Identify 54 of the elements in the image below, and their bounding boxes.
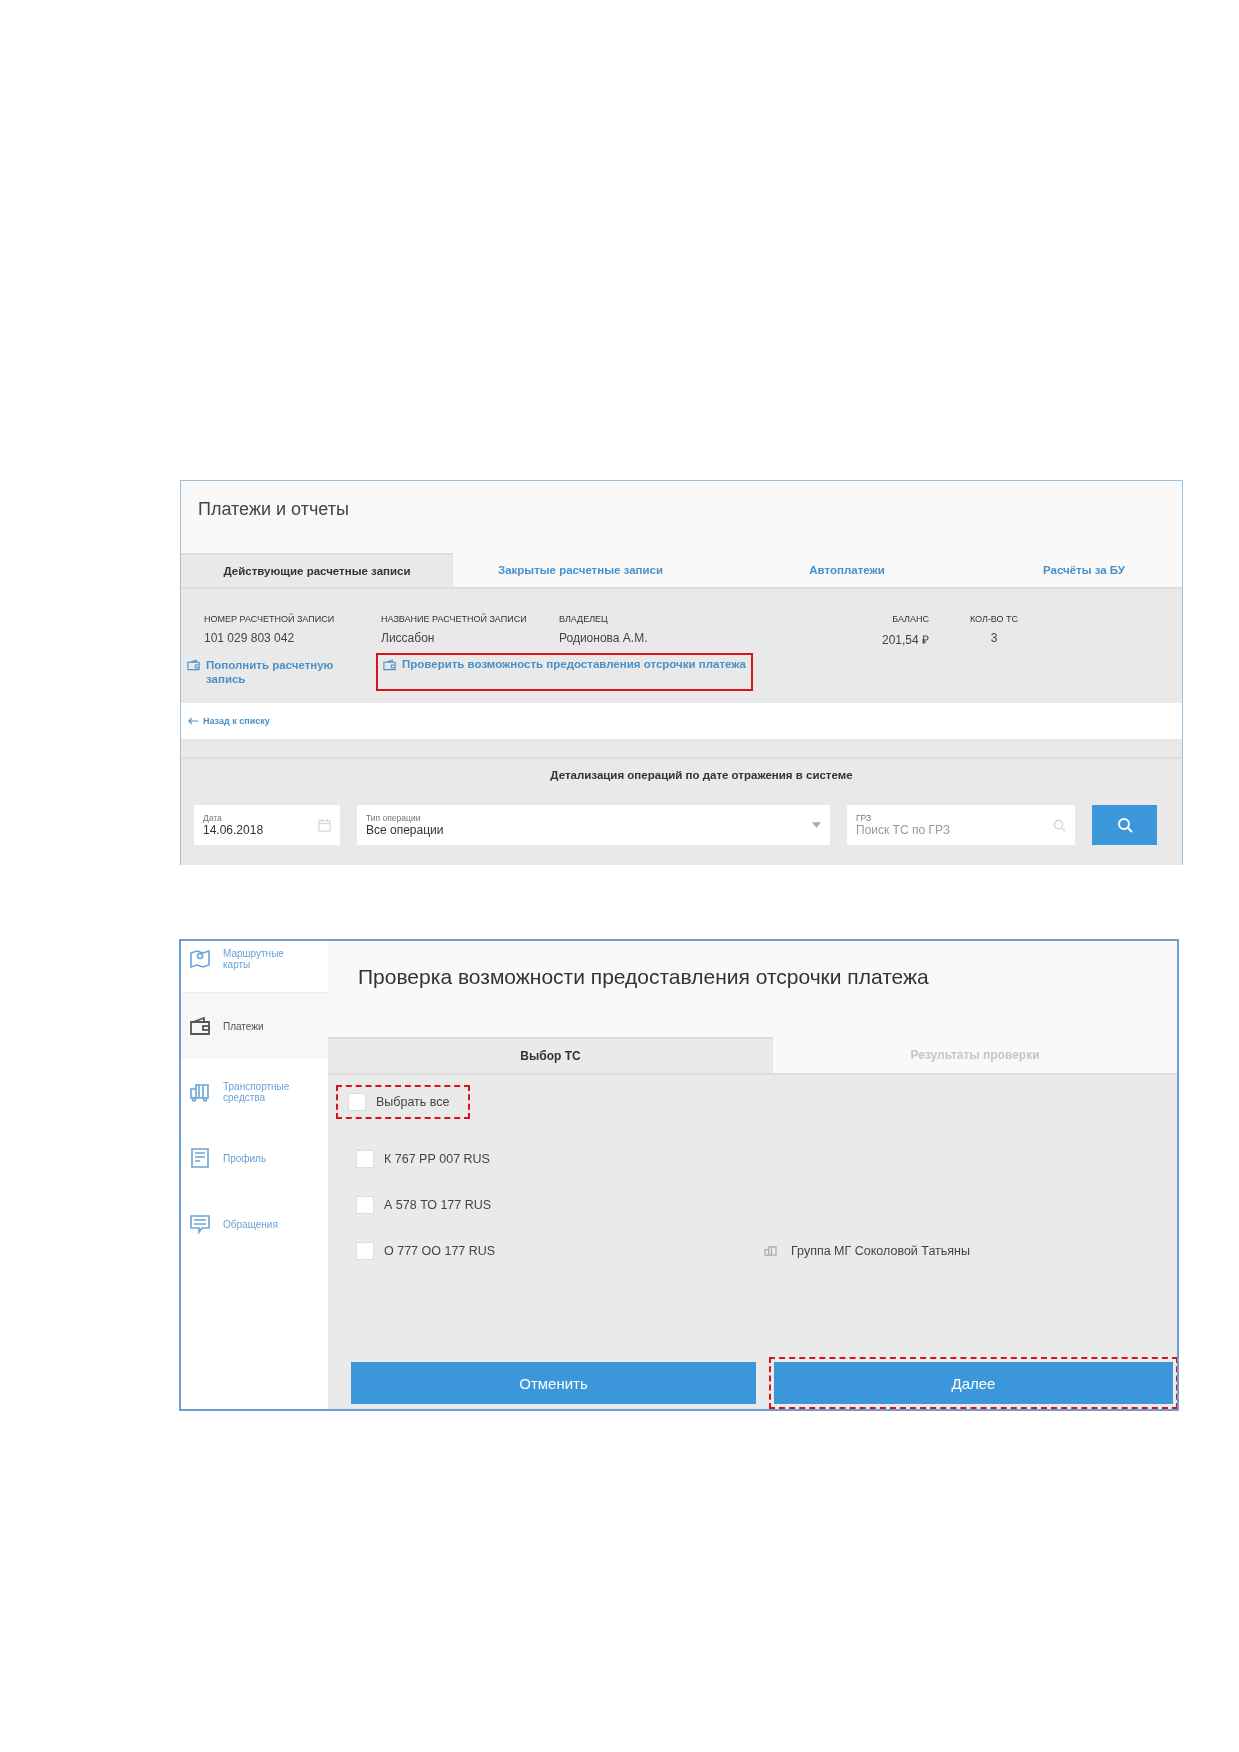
back-arrow-icon xyxy=(188,717,199,725)
search-icon xyxy=(1053,818,1066,832)
wallet-icon xyxy=(189,1015,211,1037)
tab[interactable]: Выбор ТС xyxy=(328,1037,773,1073)
action-button[interactable]: Далее xyxy=(774,1362,1173,1404)
table-cell-text: Родионова А.М. xyxy=(559,631,649,647)
tab[interactable]: Закрытые расчетные записи xyxy=(453,553,708,587)
page-title: Проверка возможности предоставления отсрочки платежа xyxy=(358,965,929,988)
search-icon xyxy=(1116,817,1133,833)
section-title: Детализация операций по дате отражения в системе xyxy=(549,769,854,781)
column-header: КОЛ-ВО ТС xyxy=(968,614,1020,624)
plate-label: К 767 РР 007 RUS xyxy=(384,1152,491,1166)
column-header: НОМЕР РАСЧЕТНОЙ ЗАПИСИ xyxy=(204,614,336,624)
action-link[interactable]: Пополнить расчетную запись xyxy=(206,658,347,686)
page-title: Платежи и отчеты xyxy=(198,499,349,519)
plate-search-field[interactable]: ГРЗ Поиск ТС по ГРЗ xyxy=(847,805,1075,845)
map-pin-icon xyxy=(189,948,211,970)
table-cell-text: 3 xyxy=(989,631,999,647)
action-link[interactable]: Проверить возможность предоставления отсрочки платежа xyxy=(402,658,746,670)
date-field[interactable]: Дата 14.06.2018 xyxy=(194,805,340,845)
tab[interactable]: Расчёты за БУ xyxy=(986,553,1182,587)
column-header: НАЗВАНИЕ РАСЧЕТНОЙ ЗАПИСИ xyxy=(381,614,528,624)
action-button[interactable]: Отменить xyxy=(351,1362,756,1404)
checkbox[interactable] xyxy=(356,1196,374,1214)
operation-type-dropdown[interactable]: Тип операции Все операции xyxy=(357,805,830,845)
document-icon xyxy=(189,1147,211,1169)
back-link[interactable]: Назад к списку xyxy=(203,716,270,726)
sidebar-item[interactable]: Профиль xyxy=(181,1125,328,1191)
sidebar-item[interactable]: Транспортные средства xyxy=(181,1059,328,1125)
sidebar-item[interactable]: Обращения xyxy=(181,1191,328,1257)
checkbox[interactable] xyxy=(356,1242,374,1260)
sidebar-item[interactable]: Платежи xyxy=(181,993,328,1059)
caret-icon xyxy=(812,822,821,828)
tab[interactable]: Автоплатежи xyxy=(708,553,986,587)
wallet-icon xyxy=(383,659,396,671)
table-cell-text: 101 029 803 042 xyxy=(204,631,296,647)
checkbox[interactable] xyxy=(348,1093,366,1111)
plate-label: А 578 ТО 177 RUS xyxy=(384,1198,493,1212)
chat-icon xyxy=(189,1213,211,1235)
column-header: ВЛАДЕЛЕЦ xyxy=(559,614,609,624)
checkbox-label: Выбрать все xyxy=(376,1095,450,1109)
tab[interactable]: Действующие расчетные записи xyxy=(181,553,453,587)
wallet-icon xyxy=(187,659,200,671)
plate-label: О 777 ОО 177 RUS xyxy=(384,1244,497,1258)
truck-icon xyxy=(189,1081,211,1103)
calendar-icon xyxy=(318,818,331,832)
truck-icon xyxy=(764,1245,777,1257)
column-header: БАЛАНС xyxy=(891,614,930,624)
table-cell-text: 201,54 ₽ xyxy=(880,632,930,648)
plate-search-input[interactable]: Поиск ТС по ГРЗ xyxy=(856,823,1036,837)
checkbox[interactable] xyxy=(356,1150,374,1168)
group-label: Группа МГ Соколовой Татьяны xyxy=(791,1244,970,1258)
search-button[interactable] xyxy=(1092,805,1157,845)
table-cell-text: Лиссабон xyxy=(381,631,436,647)
